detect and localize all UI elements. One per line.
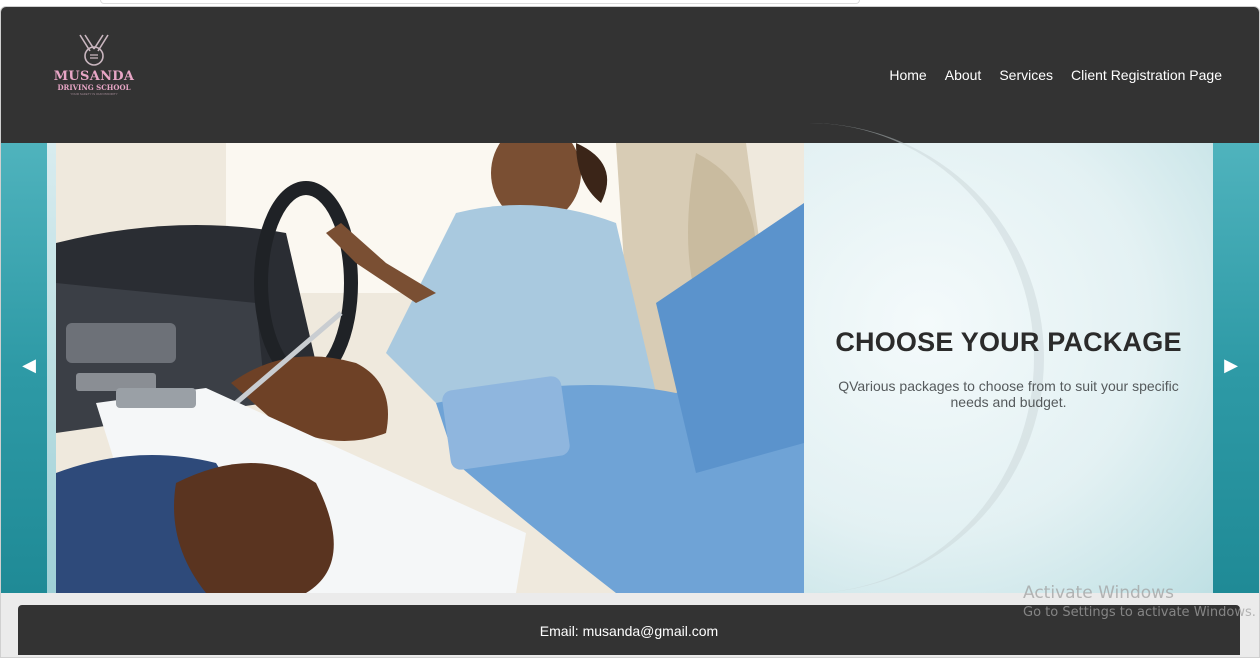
next-slide-button[interactable]: ▶ — [1221, 355, 1241, 375]
brand-tagline: YOUR SAFETY IS OUR PRIORITY — [70, 92, 118, 96]
watermark-title: Activate Windows — [1023, 583, 1174, 603]
hero-slider: CHOOSE YOUR PACKAGE QVarious packages to… — [1, 123, 1259, 593]
driving-lesson-illustration — [56, 143, 804, 593]
slide-info-panel: CHOOSE YOUR PACKAGE QVarious packages to… — [804, 123, 1213, 593]
nav-link-about[interactable]: About — [945, 67, 982, 83]
footer-email: Email: musanda@gmail.com — [539, 623, 719, 639]
panel-decoration — [764, 123, 1044, 593]
brand-subtitle: DRIVING SCHOOL — [57, 83, 131, 92]
brand-name: MUSANDA — [53, 69, 135, 84]
watermark-subtitle: Go to Settings to activate Windows. — [1023, 605, 1256, 620]
activation-watermark: Activate Windows Go to Settings to activ… — [1023, 582, 1256, 622]
slide-title: CHOOSE YOUR PACKAGE — [835, 327, 1182, 357]
brand-logo[interactable]: MUSANDA DRIVING SCHOOL YOUR SAFETY IS OU… — [49, 33, 139, 103]
slide-edge-strip — [47, 143, 56, 593]
page-frame: MUSANDA DRIVING SCHOOL YOUR SAFETY IS OU… — [0, 6, 1260, 658]
prev-slide-button[interactable]: ◀ — [19, 355, 39, 375]
slide-photo — [56, 143, 804, 593]
site-header: MUSANDA DRIVING SCHOOL YOUR SAFETY IS OU… — [1, 7, 1259, 143]
triangle-left-icon: ◀ — [22, 355, 36, 375]
nav-link-home[interactable]: Home — [889, 67, 926, 83]
slide-description: QVarious packages to choose from to suit… — [838, 378, 1179, 410]
main-nav: Home About Services Client Registration … — [889, 67, 1222, 83]
medal-icon — [79, 34, 109, 66]
nav-link-services[interactable]: Services — [999, 67, 1053, 83]
triangle-right-icon: ▶ — [1224, 355, 1238, 375]
nav-link-client-registration[interactable]: Client Registration Page — [1071, 67, 1222, 83]
browser-top-edge — [100, 0, 860, 4]
